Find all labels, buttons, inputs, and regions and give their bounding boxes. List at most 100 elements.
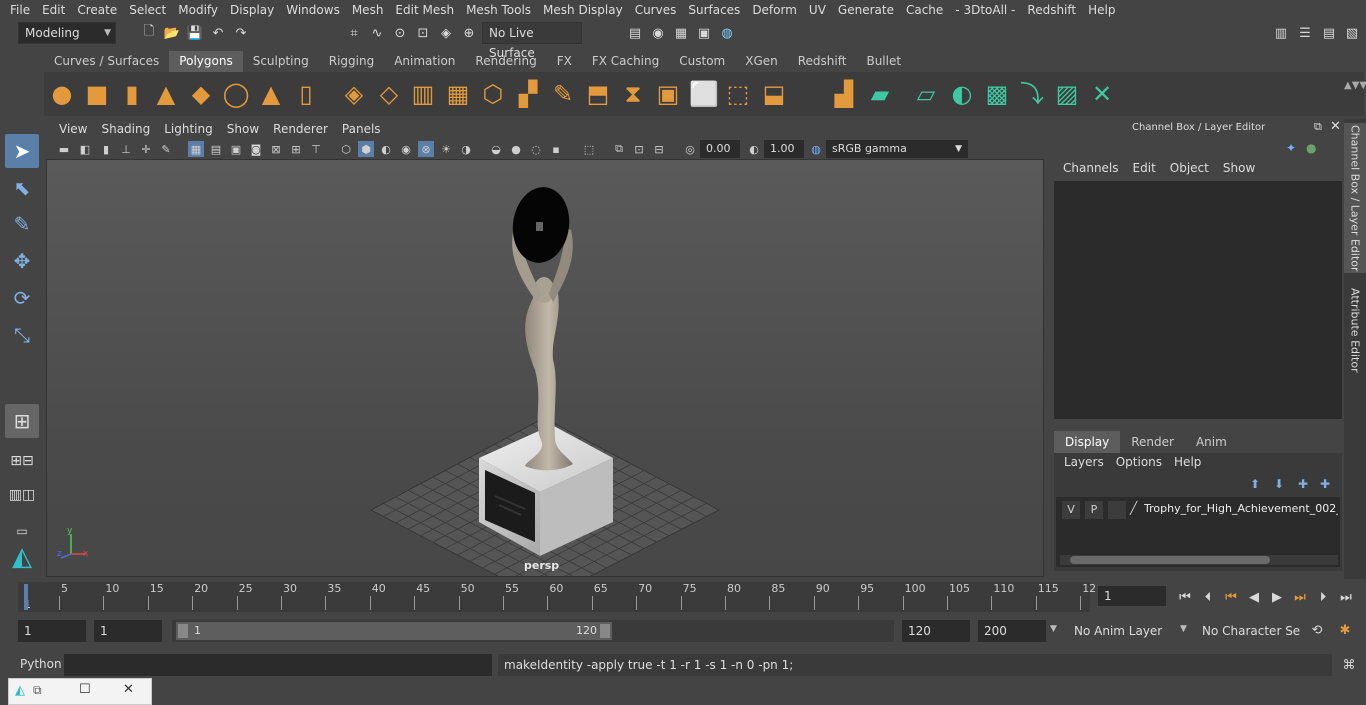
layer-menu-options[interactable]: Options xyxy=(1110,455,1168,473)
channel-menu-show[interactable]: Show xyxy=(1216,161,1262,179)
connect-icon[interactable]: ▟ xyxy=(830,80,858,108)
color-space-dropdown[interactable]: sRGB gamma ▼ xyxy=(826,140,968,158)
cylinder-icon[interactable]: ▮ xyxy=(118,80,146,108)
plane-icon[interactable]: ◆ xyxy=(187,80,215,108)
step-forward-frame-icon[interactable]: ⏵ xyxy=(1314,588,1332,606)
toggle-attribute-icon[interactable]: ▤ xyxy=(1320,24,1338,42)
torus-icon[interactable]: ◯ xyxy=(222,80,250,108)
new-layer-selected-icon[interactable]: ✚ xyxy=(1320,477,1330,491)
menu-file[interactable]: File xyxy=(4,0,36,20)
chevron-down-icon[interactable]: ▼ xyxy=(1050,624,1057,634)
rotate-tool-icon[interactable]: ⟳ xyxy=(5,281,39,315)
uv-spherical-icon[interactable]: ◐ xyxy=(948,80,976,108)
merge-icon[interactable]: ⬚ xyxy=(724,80,752,108)
shadows-icon[interactable]: ◑ xyxy=(458,141,474,157)
mode-selector[interactable]: Modeling ▼ xyxy=(18,22,116,44)
xray-joints-icon[interactable]: ● xyxy=(508,141,524,157)
range-end-handle[interactable] xyxy=(600,624,610,638)
viewport-menu-renderer[interactable]: Renderer xyxy=(266,122,335,136)
uv-editor-icon[interactable]: ⤵ xyxy=(1018,80,1046,108)
step-back-frame-icon[interactable]: ⏴ xyxy=(1199,588,1217,606)
ambient-occlusion-icon[interactable]: ◌ xyxy=(528,141,544,157)
shelf-tab-xgen[interactable]: XGen xyxy=(735,51,788,72)
uv-auto-icon[interactable]: ▩ xyxy=(983,80,1011,108)
tab-attribute-editor[interactable]: Attribute Editor xyxy=(1344,287,1366,373)
scale-tool-icon[interactable]: ⤡ xyxy=(5,318,39,352)
layer-tab-display[interactable]: Display xyxy=(1054,431,1121,453)
menu-surfaces[interactable]: Surfaces xyxy=(682,0,746,20)
color-management-icon[interactable]: ◍ xyxy=(808,141,824,157)
go-to-start-icon[interactable]: ⏮ xyxy=(1176,588,1194,606)
select-tool-icon[interactable]: ➤ xyxy=(5,134,39,168)
default-lighting-icon[interactable]: ◐ xyxy=(378,141,394,157)
layer-tab-anim[interactable]: Anim xyxy=(1185,431,1238,453)
save-scene-icon[interactable]: 💾 xyxy=(186,24,204,42)
layer-scrollbar[interactable] xyxy=(1060,555,1338,565)
move-layer-down-icon[interactable]: ⬇ xyxy=(1274,477,1284,491)
menu-mesh-tools[interactable]: Mesh Tools xyxy=(460,0,537,20)
paint-select-icon[interactable]: ✎ xyxy=(5,207,39,241)
chevron-down-icon[interactable]: ▼ xyxy=(1180,624,1187,634)
open-scene-icon[interactable]: 📂 xyxy=(163,24,181,42)
layer-visibility-toggle[interactable]: V xyxy=(1062,501,1080,519)
snap-curve-icon[interactable]: ∿ xyxy=(368,24,386,42)
layer-row[interactable]: V P ╱ Trophy_for_High_Achievement_002_la xyxy=(1058,501,1338,519)
layer-menu-layers[interactable]: Layers xyxy=(1058,455,1110,473)
menu-redshift[interactable]: Redshift xyxy=(1021,0,1082,20)
shelf-tab-rendering[interactable]: Rendering xyxy=(465,51,546,72)
restore-window-icon[interactable]: ⧉ xyxy=(33,683,42,698)
command-input[interactable] xyxy=(64,654,492,676)
play-forwards-icon[interactable]: ▶ xyxy=(1268,588,1286,606)
uv-planar-icon[interactable]: ▰ xyxy=(866,80,894,108)
range-start-handle[interactable] xyxy=(178,624,188,638)
field-chart-icon[interactable]: ⊠ xyxy=(268,141,284,157)
safe-title-icon[interactable]: ⊤ xyxy=(308,141,324,157)
layer-menu-help[interactable]: Help xyxy=(1168,455,1207,473)
camera-select-icon[interactable]: ▬ xyxy=(56,141,72,157)
extrude-icon[interactable]: ✎ xyxy=(549,80,577,108)
snap-point-icon[interactable]: ⊙ xyxy=(391,24,409,42)
layout-four-icon[interactable]: ⊞⊟ xyxy=(5,444,39,478)
shelf-tab-redshift[interactable]: Redshift xyxy=(788,51,857,72)
maya-window-icon[interactable]: ◭ xyxy=(15,683,25,698)
layer-playback-toggle[interactable]: P xyxy=(1085,501,1103,519)
go-to-end-icon[interactable]: ⏭ xyxy=(1337,588,1355,606)
menu-edit[interactable]: Edit xyxy=(36,0,71,20)
fill-hole-icon[interactable]: ▣ xyxy=(654,80,682,108)
shelf-tab-bullet[interactable]: Bullet xyxy=(856,51,911,72)
new-scene-icon[interactable]: 🗋 xyxy=(140,24,158,42)
prism-icon[interactable]: ▲ xyxy=(257,80,285,108)
playback-end-field[interactable]: 120 xyxy=(902,620,970,642)
range-handle-bar[interactable]: 1 120 xyxy=(176,622,612,640)
channel-toggle-icon[interactable]: ✦ xyxy=(1286,141,1296,155)
combine-icon[interactable]: ◈ xyxy=(340,80,368,108)
pipe-icon[interactable]: ▯ xyxy=(292,80,320,108)
shelf-tab-sculpting[interactable]: Sculpting xyxy=(243,51,319,72)
gamma-field[interactable]: 1.00 xyxy=(764,140,804,158)
frame-selected-icon[interactable]: ⊡ xyxy=(631,141,647,157)
resolution-gate-icon[interactable]: ▣ xyxy=(228,141,244,157)
bridge-icon[interactable]: ▞ xyxy=(514,80,542,108)
shelf-scroll-icon[interactable]: ▲▼▼ xyxy=(1344,81,1366,91)
time-ruler[interactable]: 1510152025303540455055606570758085909510… xyxy=(18,582,1096,612)
exposure-field[interactable]: 0.00 xyxy=(700,140,740,158)
maximize-window-icon[interactable]: ☐ xyxy=(79,682,91,697)
menu-windows[interactable]: Windows xyxy=(280,0,346,20)
layer-display-type-toggle[interactable] xyxy=(1108,501,1126,519)
uv-cylindrical-icon[interactable]: ▱ xyxy=(912,80,940,108)
uv-layout-icon[interactable]: ▨ xyxy=(1053,80,1081,108)
menu-edit-mesh[interactable]: Edit Mesh xyxy=(389,0,460,20)
animation-preferences-icon[interactable]: ✱ xyxy=(1336,621,1354,639)
current-time-indicator[interactable] xyxy=(24,584,28,610)
film-gate-icon[interactable]: ▤ xyxy=(208,141,224,157)
menu-help[interactable]: Help xyxy=(1082,0,1121,20)
layout-single-icon[interactable]: ⊞ xyxy=(5,404,39,438)
lasso-tool-icon[interactable]: ⬉ xyxy=(5,171,39,205)
shelf-tab-polygons[interactable]: Polygons xyxy=(169,51,243,72)
move-tool-icon[interactable]: ✥ xyxy=(5,244,39,278)
step-forward-key-icon[interactable]: ⏭ xyxy=(1291,588,1309,606)
bookmark-icon[interactable]: ▮ xyxy=(98,141,114,157)
sphere-icon[interactable]: ● xyxy=(48,80,76,108)
anim-layer-dropdown[interactable]: No Anim Layer xyxy=(1068,620,1172,642)
menu-deform[interactable]: Deform xyxy=(746,0,803,20)
